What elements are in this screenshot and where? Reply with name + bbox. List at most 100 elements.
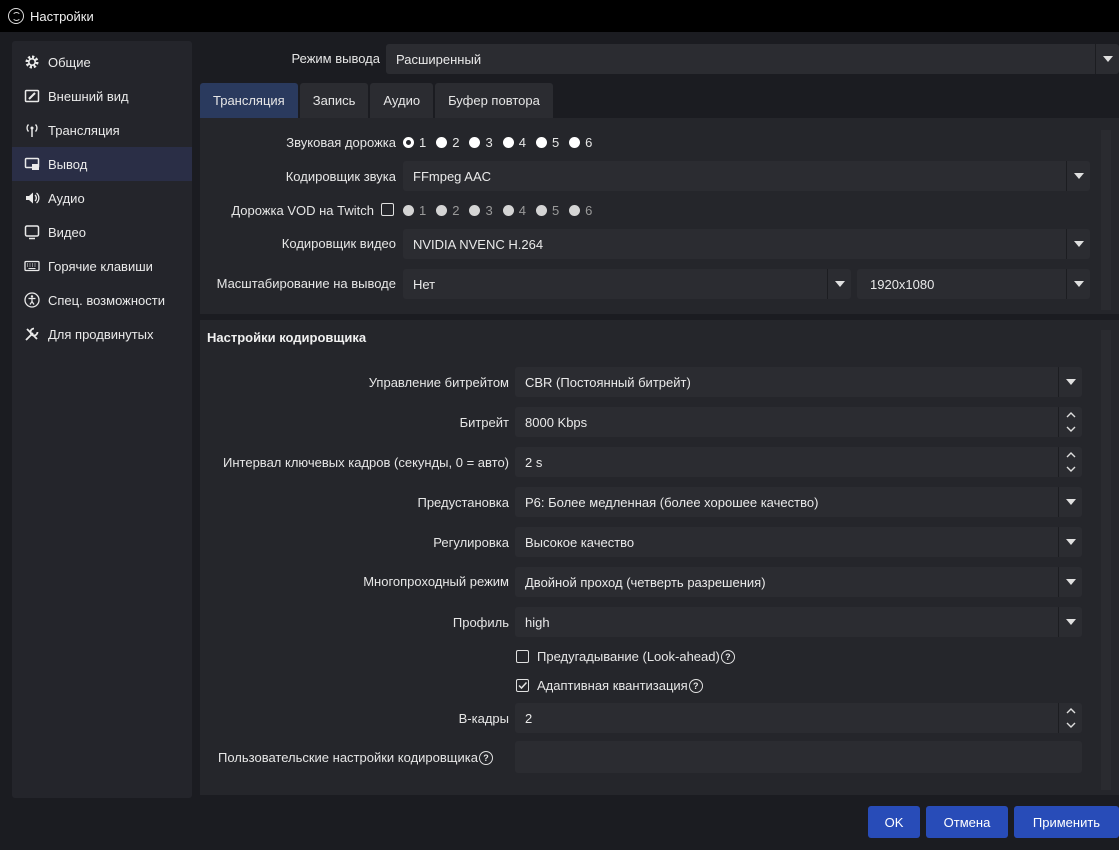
spin-up-icon[interactable] <box>1059 703 1082 718</box>
spin-down-icon[interactable] <box>1059 462 1082 477</box>
video-encoder-value: NVIDIA NVENC H.264 <box>413 236 544 252</box>
sidebar-item-label: Видео <box>48 224 86 240</box>
keyframe-spinbox[interactable]: 2 s <box>515 447 1082 477</box>
vod-track-radio[interactable]: 3 <box>469 203 493 218</box>
profile-select[interactable]: high <box>515 607 1082 637</box>
multipass-value: Двойной проход (четверть разрешения) <box>525 574 766 590</box>
keyboard-icon <box>24 258 40 274</box>
multipass-label: Многопроходный режим <box>363 574 509 589</box>
chevron-down-icon <box>1066 161 1090 191</box>
audio-track-radio[interactable]: 6 <box>569 135 592 150</box>
help-icon[interactable]: ? <box>720 649 735 664</box>
tab-replay-buffer[interactable]: Буфер повтора <box>435 83 553 118</box>
vod-track-radio[interactable]: 4 <box>502 203 526 218</box>
spin-down-icon[interactable] <box>1059 422 1082 437</box>
output-mode-label: Режим вывода <box>291 51 380 66</box>
chevron-down-icon <box>1095 44 1119 74</box>
bframes-label: B-кадры <box>458 711 509 726</box>
keyframe-value: 2 s <box>525 454 543 470</box>
speaker-icon <box>24 190 40 206</box>
rate-control-select[interactable]: CBR (Постоянный битрейт) <box>515 367 1082 397</box>
tab-audio[interactable]: Аудио <box>370 83 434 118</box>
help-icon[interactable]: ? <box>478 750 493 765</box>
rescale-value: Нет <box>413 276 436 292</box>
preset-select[interactable]: P6: Более медленная (более хорошее качес… <box>515 487 1082 517</box>
ok-button[interactable]: OK <box>868 806 920 838</box>
custom-settings-input[interactable] <box>515 741 1082 773</box>
adaptive-quant-row: Адаптивная квантизация ? <box>516 678 703 693</box>
lookahead-checkbox[interactable] <box>516 650 529 663</box>
audio-track-radio[interactable]: 1 <box>403 135 426 150</box>
sidebar-item-label: Общие <box>48 54 91 70</box>
vod-track-radio[interactable]: 1 <box>403 203 426 218</box>
audio-track-label: Звуковая дорожка <box>286 135 396 150</box>
chevron-down-icon <box>1058 527 1082 557</box>
sidebar-item-label: Аудио <box>48 190 85 206</box>
sidebar-item-stream[interactable]: Трансляция <box>12 113 192 147</box>
multipass-select[interactable]: Двойной проход (четверть разрешения) <box>515 567 1082 597</box>
preset-label: Предустановка <box>417 495 509 510</box>
audio-track-radio[interactable]: 5 <box>535 135 559 150</box>
tuning-value: Высокое качество <box>525 534 635 550</box>
sidebar-item-appearance[interactable]: Внешний вид <box>12 79 192 113</box>
audio-encoder-select[interactable]: FFmpeg AAC <box>403 161 1090 191</box>
audio-track-radio[interactable]: 4 <box>502 135 526 150</box>
vod-track-radio[interactable]: 5 <box>535 203 559 218</box>
output-mode-select[interactable]: Расширенный <box>386 44 1119 74</box>
cancel-button[interactable]: Отмена <box>926 806 1008 838</box>
chevron-down-icon <box>1058 487 1082 517</box>
apply-button[interactable]: Применить <box>1014 806 1119 838</box>
tuning-select[interactable]: Высокое качество <box>515 527 1082 557</box>
window-title: Настройки <box>30 8 94 24</box>
monitor-icon <box>24 224 40 240</box>
rescale-resolution-value: 1920x1080 <box>870 276 935 292</box>
audio-encoder-label: Кодировщик звука <box>285 169 396 184</box>
video-encoder-select[interactable]: NVIDIA NVENC H.264 <box>403 229 1090 259</box>
scrollbar[interactable] <box>1101 130 1111 310</box>
tab-recording[interactable]: Запись <box>299 83 369 118</box>
accessibility-icon <box>24 292 40 308</box>
sidebar-item-video[interactable]: Видео <box>12 215 192 249</box>
chevron-down-icon <box>827 269 851 299</box>
bitrate-spinbox[interactable]: 8000 Kbps <box>515 407 1082 437</box>
rescale-select[interactable]: Нет <box>403 269 851 299</box>
video-encoder-label: Кодировщик видео <box>281 236 396 251</box>
sidebar-item-general[interactable]: Общие <box>12 45 192 79</box>
output-mode-value: Расширенный <box>396 51 482 67</box>
scrollbar[interactable] <box>1101 330 1111 790</box>
audio-track-radio[interactable]: 2 <box>436 135 459 150</box>
preset-value: P6: Более медленная (более хорошее качес… <box>525 494 819 510</box>
spin-down-icon[interactable] <box>1059 718 1082 733</box>
vod-track-checkbox[interactable] <box>381 203 394 216</box>
help-icon[interactable]: ? <box>688 678 703 693</box>
sidebar-item-label: Трансляция <box>48 122 120 138</box>
output-icon <box>24 156 40 172</box>
wrench-icon <box>24 326 40 342</box>
title-bar: Настройки <box>0 0 1119 32</box>
output-tabs: Трансляция Запись Аудио Буфер повтора <box>200 83 553 118</box>
rescale-resolution-select[interactable]: 1920x1080 <box>857 269 1090 299</box>
lookahead-row: Предугадывание (Look-ahead) ? <box>516 649 735 664</box>
sidebar-item-hotkeys[interactable]: Горячие клавиши <box>12 249 192 283</box>
rate-control-label: Управление битрейтом <box>368 375 509 390</box>
sidebar-item-audio[interactable]: Аудио <box>12 181 192 215</box>
adaptive-quant-label: Адаптивная квантизация <box>537 678 688 693</box>
sidebar-item-output[interactable]: Вывод <box>12 147 192 181</box>
adaptive-quant-checkbox[interactable] <box>516 679 529 692</box>
spin-up-icon[interactable] <box>1059 407 1082 422</box>
encoder-section-title: Настройки кодировщика <box>207 330 367 345</box>
tab-stream[interactable]: Трансляция <box>200 83 298 118</box>
sidebar-item-accessibility[interactable]: Спец. возможности <box>12 283 192 317</box>
chevron-down-icon <box>1058 567 1082 597</box>
spin-up-icon[interactable] <box>1059 447 1082 462</box>
vod-track-radio[interactable]: 2 <box>436 203 459 218</box>
settings-sidebar: Общие Внешний вид Трансляция Вывод Аудио… <box>12 41 192 798</box>
checkmark-icon <box>518 681 528 690</box>
lookahead-label: Предугадывание (Look-ahead) <box>537 649 720 664</box>
vod-track-radio[interactable]: 6 <box>569 203 592 218</box>
rescale-label: Масштабирование на выводе <box>216 276 396 291</box>
chevron-down-icon <box>1066 269 1090 299</box>
sidebar-item-advanced[interactable]: Для продвинутых <box>12 317 192 351</box>
bframes-spinbox[interactable]: 2 <box>515 703 1082 733</box>
audio-track-radio[interactable]: 3 <box>469 135 493 150</box>
